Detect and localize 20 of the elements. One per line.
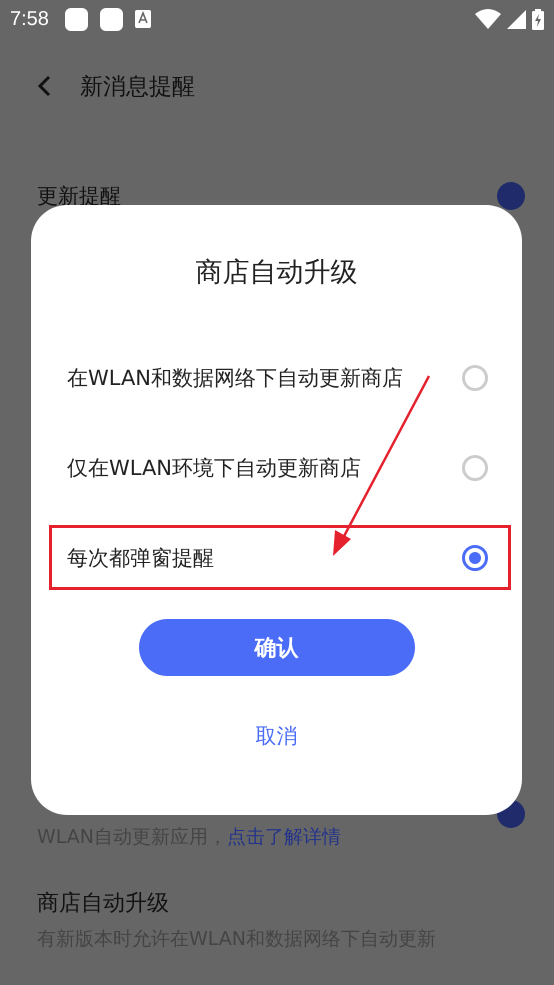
radio-button[interactable] [462,364,488,390]
option-row[interactable]: 仅在WLAN环境下自动更新商店 [49,435,511,500]
toggle-switch[interactable] [497,182,525,210]
keyboard-icon [134,10,151,28]
highlighted-option[interactable]: 每次都弹窗提醒 [49,525,511,590]
notification-icon [64,8,88,30]
cancel-button[interactable]: 取消 [248,718,306,754]
page-title: 新消息提醒 [80,72,195,102]
setting-title: 商店自动升级 [37,890,169,918]
radio-button[interactable] [462,544,488,570]
option-row[interactable]: 在WLAN和数据网络下自动更新商店 [49,345,511,410]
confirm-button[interactable]: 确认 [138,619,414,676]
notification-icon [100,8,123,30]
status-time: 7:58 [10,8,49,30]
signal-icon [507,10,526,28]
radio-button[interactable] [462,454,488,480]
battery-icon [532,8,544,30]
wifi-icon [475,9,501,29]
back-icon[interactable] [36,75,52,97]
dialog-title: 商店自动升级 [194,256,358,290]
